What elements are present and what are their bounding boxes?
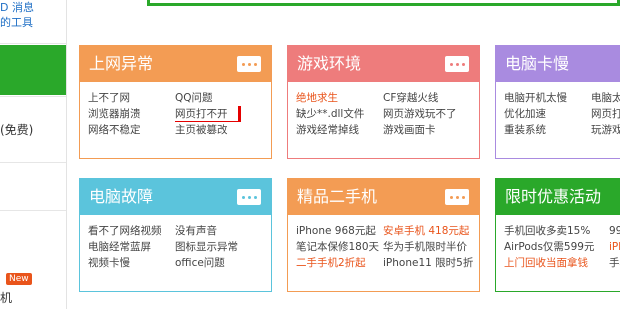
card-links: 电脑开机太慢 电脑太 优化加速 网页打 重装系统 玩游戏 [496, 82, 620, 138]
card-title[interactable]: 限时优惠活动 [505, 187, 601, 206]
sidebar-item-free[interactable]: (免费) [0, 121, 33, 138]
link-item[interactable]: 主页被篡改 [175, 122, 275, 138]
link-item[interactable]: 网页游戏玩不了 [383, 106, 483, 122]
sidebar-divider [0, 96, 66, 97]
more-dots-icon[interactable] [237, 189, 261, 205]
link-item[interactable]: 浏览器崩溃 [88, 106, 175, 122]
link-item[interactable]: 上不了网 [88, 90, 175, 106]
sidebar-divider [0, 43, 66, 44]
card-title[interactable]: 精品二手机 [297, 187, 377, 206]
link-item[interactable]: 华为手机限时半价 [383, 239, 483, 255]
sidebar-item-active[interactable] [0, 45, 66, 95]
card-promotions: 限时优惠活动 手机回收多卖15% 99新手 AirPods仅需599元 iPho… [495, 178, 620, 292]
link-item[interactable]: 没有声音 [175, 223, 275, 239]
card-title[interactable]: 电脑卡慢 [505, 54, 569, 73]
link-item[interactable]: QQ问题 [175, 90, 275, 106]
link-item[interactable]: 上门回收当面拿钱 [504, 255, 609, 271]
more-dots-icon[interactable] [445, 189, 469, 205]
card-links: 上不了网 QQ问题 浏览器崩溃 网页打不开 网络不稳定 主页被篡改 [80, 82, 271, 138]
card-used-phones: 精品二手机 iPhone 968元起 安卓手机 418元起 笔记本保修180天 … [287, 178, 480, 292]
link-item[interactable]: 电脑开机太慢 [504, 90, 591, 106]
card-title[interactable]: 游戏环境 [297, 54, 361, 73]
link-item[interactable]: 电脑太 [591, 90, 620, 106]
sidebar-divider [0, 162, 66, 163]
link-item[interactable]: 手机 [609, 255, 620, 271]
link-item[interactable]: iPhon [609, 239, 620, 255]
link-item[interactable]: 网络不稳定 [88, 122, 175, 138]
card-header: 游戏环境 [288, 46, 479, 82]
top-banner[interactable] [147, 0, 620, 6]
link-item[interactable]: 图标显示异常 [175, 239, 275, 255]
card-header: 电脑卡慢 [496, 46, 620, 82]
card-computer-faults: 电脑故障 看不了网络视频 没有声音 电脑经常蓝屏 图标显示异常 视频卡慢 off… [79, 178, 272, 292]
link-item[interactable]: CF穿越火线 [383, 90, 483, 106]
link-item[interactable]: 视频卡慢 [88, 255, 175, 271]
sidebar-link-tools[interactable]: 的工具 [0, 15, 66, 30]
link-item[interactable]: iPhone11 限时5折 [383, 255, 483, 271]
card-slow-computer: 电脑卡慢 电脑开机太慢 电脑太 优化加速 网页打 重装系统 玩游戏 [495, 45, 620, 159]
card-title[interactable]: 上网异常 [89, 54, 153, 73]
card-header: 限时优惠活动 [496, 179, 620, 215]
link-item[interactable]: 重装系统 [504, 122, 591, 138]
card-header: 上网异常 [80, 46, 271, 82]
link-item[interactable]: 绝地求生 [296, 90, 383, 106]
link-item[interactable]: 二手手机2折起 [296, 255, 383, 271]
link-item[interactable]: 看不了网络视频 [88, 223, 175, 239]
card-network-issues: 上网异常 上不了网 QQ问题 浏览器崩溃 网页打不开 网络不稳定 主页被篡改 [79, 45, 272, 159]
sidebar-link-messages[interactable]: D 消息 [0, 0, 66, 15]
link-item[interactable]: iPhone 968元起 [296, 223, 383, 239]
sidebar-divider [0, 210, 66, 211]
link-item-highlighted[interactable]: 网页打不开 [175, 106, 275, 122]
more-dots-icon[interactable] [237, 56, 261, 72]
link-item[interactable]: 安卓手机 418元起 [383, 223, 483, 239]
link-item[interactable]: AirPods仅需599元 [504, 239, 609, 255]
link-item[interactable]: 手机回收多卖15% [504, 223, 609, 239]
link-item[interactable]: 网页打 [591, 106, 620, 122]
sidebar-item-phone[interactable]: 机 [0, 289, 12, 306]
card-links: 绝地求生 CF穿越火线 缺少**.dll文件 网页游戏玩不了 游戏经常掉线 游戏… [288, 82, 479, 138]
link-item[interactable]: 游戏经常掉线 [296, 122, 383, 138]
card-links: iPhone 968元起 安卓手机 418元起 笔记本保修180天 华为手机限时… [288, 215, 479, 271]
new-badge: New [6, 273, 32, 285]
link-item[interactable]: 缺少**.dll文件 [296, 106, 383, 122]
sidebar-top-links: D 消息 的工具 [0, 0, 66, 30]
link-item[interactable]: 电脑经常蓝屏 [88, 239, 175, 255]
link-item[interactable]: 优化加速 [504, 106, 591, 122]
link-item[interactable]: office问题 [175, 255, 275, 271]
link-item[interactable]: 99新手 [609, 223, 620, 239]
link-item[interactable]: 玩游戏 [591, 122, 620, 138]
card-game-environment: 游戏环境 绝地求生 CF穿越火线 缺少**.dll文件 网页游戏玩不了 游戏经常… [287, 45, 480, 159]
card-links: 看不了网络视频 没有声音 电脑经常蓝屏 图标显示异常 视频卡慢 office问题 [80, 215, 271, 271]
link-item[interactable]: 游戏画面卡 [383, 122, 483, 138]
link-item[interactable]: 笔记本保修180天 [296, 239, 383, 255]
card-header: 精品二手机 [288, 179, 479, 215]
card-title[interactable]: 电脑故障 [89, 187, 153, 206]
card-links: 手机回收多卖15% 99新手 AirPods仅需599元 iPhon 上门回收当… [496, 215, 620, 271]
more-dots-icon[interactable] [445, 56, 469, 72]
left-sidebar: D 消息 的工具 (免费) New 机 [0, 0, 67, 309]
card-header: 电脑故障 [80, 179, 271, 215]
